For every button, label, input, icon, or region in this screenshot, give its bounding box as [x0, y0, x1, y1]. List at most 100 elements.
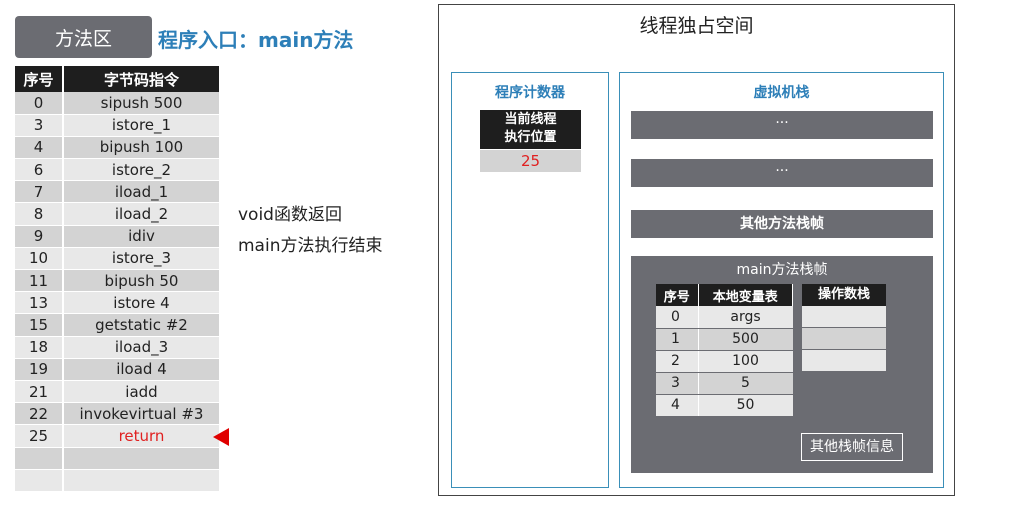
bytecode-instruction: sipush 500: [63, 92, 221, 115]
vm-stack-box: 虚拟机栈 ··· ··· 其他方法栈帧 main方法栈帧 序号 本地变量表 0a…: [619, 72, 944, 488]
bytecode-index: 10: [15, 247, 64, 271]
other-method-frame: 其他方法栈帧: [631, 210, 933, 238]
bytecode-index: 8: [15, 202, 64, 226]
bytecode-instruction: bipush 100: [63, 136, 221, 160]
table-row: [15, 447, 221, 470]
bytecode-table: 序号 字节码指令 0 sipush 500 3 istore_1 4 bipush 100…: [15, 66, 221, 492]
note-main-end: main方法执行结束: [238, 236, 383, 256]
operand-stack: 操作数栈: [802, 284, 886, 372]
local-variable-table: 序号 本地变量表 0 args 1 500 2 100 3 5 4 50: [656, 284, 793, 417]
table-row: 0 args: [656, 306, 793, 329]
table-row: 9 idiv: [15, 225, 221, 248]
vm-stack-title: 虚拟机栈: [753, 85, 810, 101]
bytecode-instruction: iload_1: [63, 180, 221, 204]
bytecode-instruction: iadd: [63, 380, 221, 404]
local-var-header-value: 本地变量表: [698, 284, 793, 306]
entry-title: 程序入口：main方法: [158, 28, 354, 52]
current-instruction-arrow-icon: [213, 428, 229, 446]
local-var-value: 5: [697, 372, 793, 395]
bytecode-index: 21: [15, 380, 64, 404]
local-var-index: 4: [656, 394, 698, 417]
local-var-index: 0: [656, 306, 698, 329]
table-row: 8 iload_2: [15, 202, 221, 226]
bytecode-index: 6: [15, 158, 64, 182]
program-counter-title: 程序计数器: [495, 85, 565, 101]
table-row: 4 bipush 100: [15, 136, 221, 160]
bytecode-instruction: return: [63, 424, 221, 448]
main-method-frame: main方法栈帧 序号 本地变量表 0 args 1 500 2 100 3 5 4 50 操作数…: [631, 256, 933, 473]
table-row: 7 iload_1: [15, 180, 221, 204]
table-row: 2 100: [656, 350, 793, 373]
table-row: [15, 469, 221, 492]
local-var-index: 2: [656, 350, 698, 373]
table-row: 22 invokevirtual #3: [15, 402, 221, 426]
operand-stack-slot: [802, 350, 886, 372]
table-row: 10 istore_3: [15, 247, 221, 271]
table-row: 25 return: [15, 424, 221, 448]
thread-space-title: 线程独占空间: [639, 15, 754, 37]
program-counter-box: 程序计数器 当前线程 执行位置 25: [451, 72, 609, 488]
local-var-value: 500: [697, 328, 793, 351]
table-row: 15 getstatic #2: [15, 313, 221, 337]
operand-stack-slot: [802, 306, 886, 328]
bytecode-index: 18: [15, 336, 64, 359]
program-counter-header-line1: 当前线程: [504, 112, 557, 127]
bytecode-instruction: istore_1: [63, 114, 221, 137]
table-row: 35: [656, 372, 793, 395]
operand-stack-header: 操作数栈: [802, 284, 886, 306]
bytecode-index: [15, 447, 64, 470]
bytecode-index: 22: [15, 402, 64, 426]
local-var-value: args: [697, 306, 793, 329]
program-counter-header-line2: 执行位置: [504, 130, 557, 145]
table-row: 11 bipush 50: [15, 269, 221, 293]
other-frame-info: 其他栈帧信息: [801, 433, 903, 461]
method-area-tag: 方法区: [15, 16, 152, 58]
bytecode-index: 7: [15, 180, 64, 204]
table-row: 1 500: [656, 328, 793, 351]
table-row: 4 50: [656, 394, 793, 417]
local-var-index: 3: [656, 372, 698, 395]
stack-frame-placeholder: ···: [631, 159, 933, 187]
bytecode-index: 4: [15, 136, 64, 160]
note-void-return: void函数返回: [238, 205, 342, 225]
local-var-rows: 0 args 1 500 2 100 3 5 4 50: [656, 306, 793, 417]
table-row: 18 iload_3: [15, 336, 221, 359]
bytecode-instruction: [63, 447, 221, 470]
operand-stack-slots: [802, 306, 886, 372]
bytecode-index: 3: [15, 114, 64, 137]
bytecode-index: 9: [15, 225, 64, 248]
bytecode-instruction: istore_3: [63, 247, 221, 271]
table-row: 0 sipush 500: [15, 92, 221, 115]
main-frame-title: main方法栈帧: [736, 262, 828, 278]
bytecode-instruction: [63, 469, 221, 492]
bytecode-instruction: iload_2: [63, 202, 221, 226]
bytecode-instruction: bipush 50: [63, 269, 221, 293]
bytecode-index: 13: [15, 291, 64, 315]
program-counter-header: 当前线程 执行位置: [480, 110, 581, 149]
table-row: 13 istore 4: [15, 291, 221, 315]
bytecode-instruction: invokevirtual #3: [63, 402, 221, 426]
local-var-index: 1: [656, 328, 698, 351]
local-var-header-index: 序号: [656, 284, 699, 306]
operand-stack-slot: [802, 328, 886, 350]
bytecode-index: 25: [15, 424, 64, 448]
bytecode-instruction: getstatic #2: [63, 313, 221, 337]
bytecode-index: 0: [15, 92, 64, 115]
local-var-value: 100: [697, 350, 793, 373]
bytecode-index: 19: [15, 358, 64, 381]
bytecode-index: 15: [15, 313, 64, 337]
table-row: 19 iload 4: [15, 358, 221, 381]
bytecode-index: 11: [15, 269, 64, 293]
bytecode-rows: 0 sipush 500 3 istore_1 4 bipush 100 6 istore_2…: [15, 92, 221, 492]
bytecode-instruction: istore_2: [63, 158, 221, 182]
table-row: 21 iadd: [15, 380, 221, 404]
bytecode-index: [15, 469, 64, 492]
bytecode-instruction: idiv: [63, 225, 221, 248]
table-row: 6 istore_2: [15, 158, 221, 182]
program-counter-value: 25: [480, 150, 581, 172]
local-var-value: 50: [697, 394, 793, 417]
bytecode-header-instruction: 字节码指令: [63, 66, 221, 92]
bytecode-instruction: iload 4: [63, 358, 221, 381]
bytecode-instruction: iload_3: [63, 336, 221, 359]
stack-frame-placeholder: ···: [631, 111, 933, 139]
